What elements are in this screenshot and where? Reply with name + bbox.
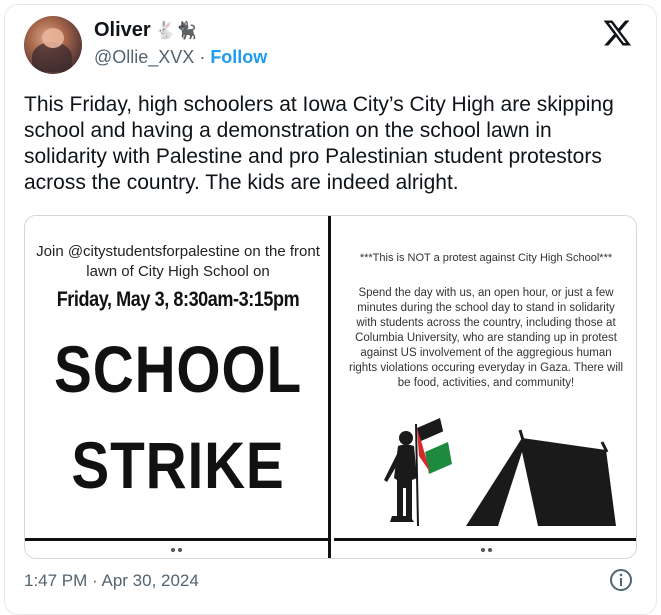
flyer-right-panel[interactable]: ***This is NOT a protest against City Hi…: [334, 216, 636, 558]
handle-separator: ·: [199, 47, 206, 67]
flyer-intro: Join @citystudentsforpalestine on the fr…: [25, 242, 331, 282]
avatar[interactable]: [24, 16, 82, 74]
flyer-intro-line2: lawn of City High School on: [86, 263, 270, 280]
author-name-row: Oliver 🐇🐈‍⬛: [94, 19, 197, 42]
protester-silhouette-icon: [384, 431, 417, 522]
flyer-body: Spend the day with us, an open hour, or …: [349, 287, 623, 389]
tent-icon: [466, 429, 616, 526]
flyer-headline-strike: STRIKE: [71, 428, 285, 502]
x-logo-icon[interactable]: [603, 18, 633, 48]
palestine-flag-icon: [417, 418, 452, 474]
tweet-media[interactable]: Join @citystudentsforpalestine on the fr…: [24, 215, 637, 559]
tweet-timestamp[interactable]: 1:47 PM · Apr 30, 2024: [24, 571, 199, 591]
author-name-emoji: 🐇🐈‍⬛: [154, 21, 198, 40]
info-icon[interactable]: [609, 568, 633, 592]
flag-pole: [415, 423, 419, 527]
flyer-left-rule: [25, 538, 328, 541]
author-handle-row: @Ollie_XVX · Follow: [94, 47, 267, 68]
flyer-intro-line1: Join @citystudentsforpalestine on the fr…: [36, 243, 320, 260]
carousel-dots-left: [167, 548, 187, 552]
flyer-disclaimer: ***This is NOT a protest against City Hi…: [359, 252, 613, 264]
carousel-dots-right: [476, 548, 496, 552]
tweet-text: This Friday, high schoolers at Iowa City…: [24, 93, 614, 194]
author-handle[interactable]: @Ollie_XVX: [94, 47, 194, 68]
author-name[interactable]: Oliver: [94, 19, 151, 42]
flyer-right-rule: [334, 538, 636, 541]
protester-tent-illustration: [384, 418, 616, 527]
flyer-left-panel[interactable]: Join @citystudentsforpalestine on the fr…: [25, 216, 331, 558]
avatar-face: [42, 28, 64, 48]
flyer-headline-school: SCHOOL: [54, 332, 302, 406]
follow-button[interactable]: Follow: [210, 47, 267, 68]
flyer-date: Friday, May 3, 8:30am-3:15pm: [56, 288, 300, 311]
